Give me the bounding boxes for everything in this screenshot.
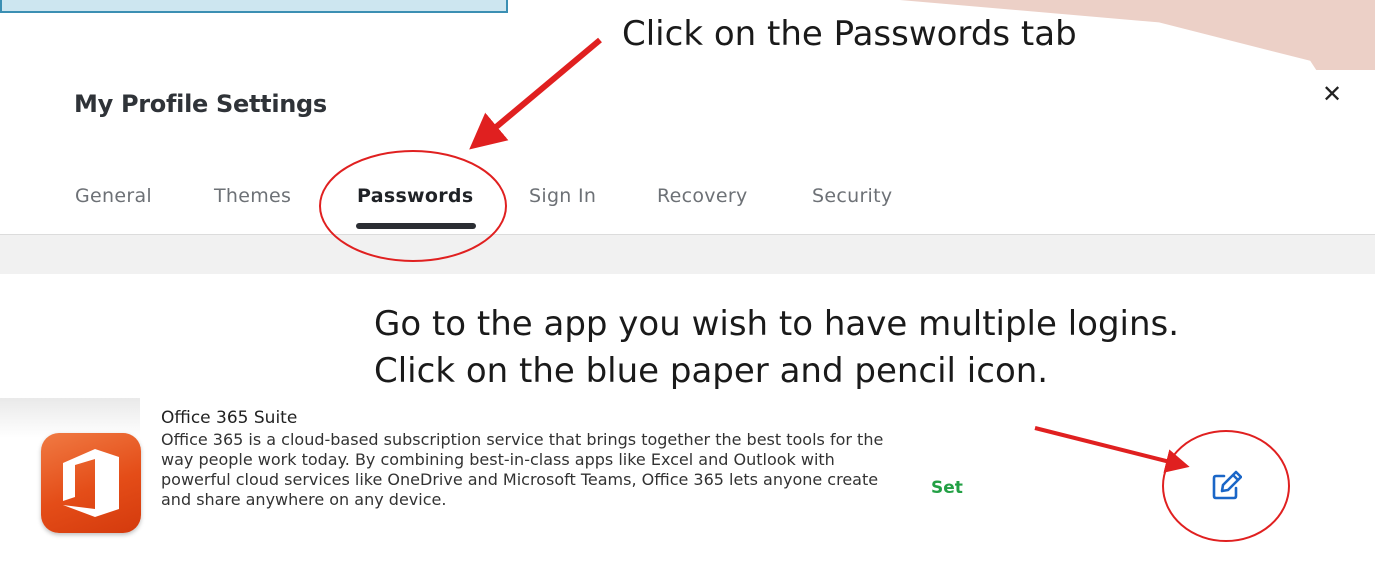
row-shadow <box>0 398 140 438</box>
tab-recovery[interactable]: Recovery <box>657 185 748 207</box>
close-icon[interactable]: ✕ <box>1322 80 1342 108</box>
instruction-step2-line2: Click on the blue paper and pencil icon. <box>374 351 1049 391</box>
tab-security[interactable]: Security <box>812 185 892 207</box>
tab-general[interactable]: General <box>75 185 152 207</box>
office-logo-icon <box>41 433 141 533</box>
page-title: My Profile Settings <box>74 90 327 118</box>
active-tab-indicator <box>356 223 476 229</box>
tab-themes[interactable]: Themes <box>214 185 291 207</box>
top-left-tab-decoration <box>0 0 508 13</box>
app-description: Office 365 is a cloud-based subscription… <box>161 430 884 509</box>
edit-icon[interactable] <box>1210 470 1243 502</box>
app-row-office-365: Office 365 Suite Office 365 is a cloud-b… <box>0 398 1375 565</box>
instruction-step1: Click on the Passwords tab <box>622 14 1077 54</box>
tab-bar: General Themes Passwords Sign In Recover… <box>0 185 1375 225</box>
status-badge: Set <box>931 478 963 498</box>
tab-passwords[interactable]: Passwords <box>357 185 473 207</box>
instruction-step2-line1: Go to the app you wish to have multiple … <box>374 304 1180 344</box>
app-name: Office 365 Suite <box>161 408 298 428</box>
tab-sign-in[interactable]: Sign In <box>529 185 596 207</box>
instruction-step2: Go to the app you wish to have multiple … <box>374 301 1179 395</box>
panel-divider <box>0 234 1375 274</box>
